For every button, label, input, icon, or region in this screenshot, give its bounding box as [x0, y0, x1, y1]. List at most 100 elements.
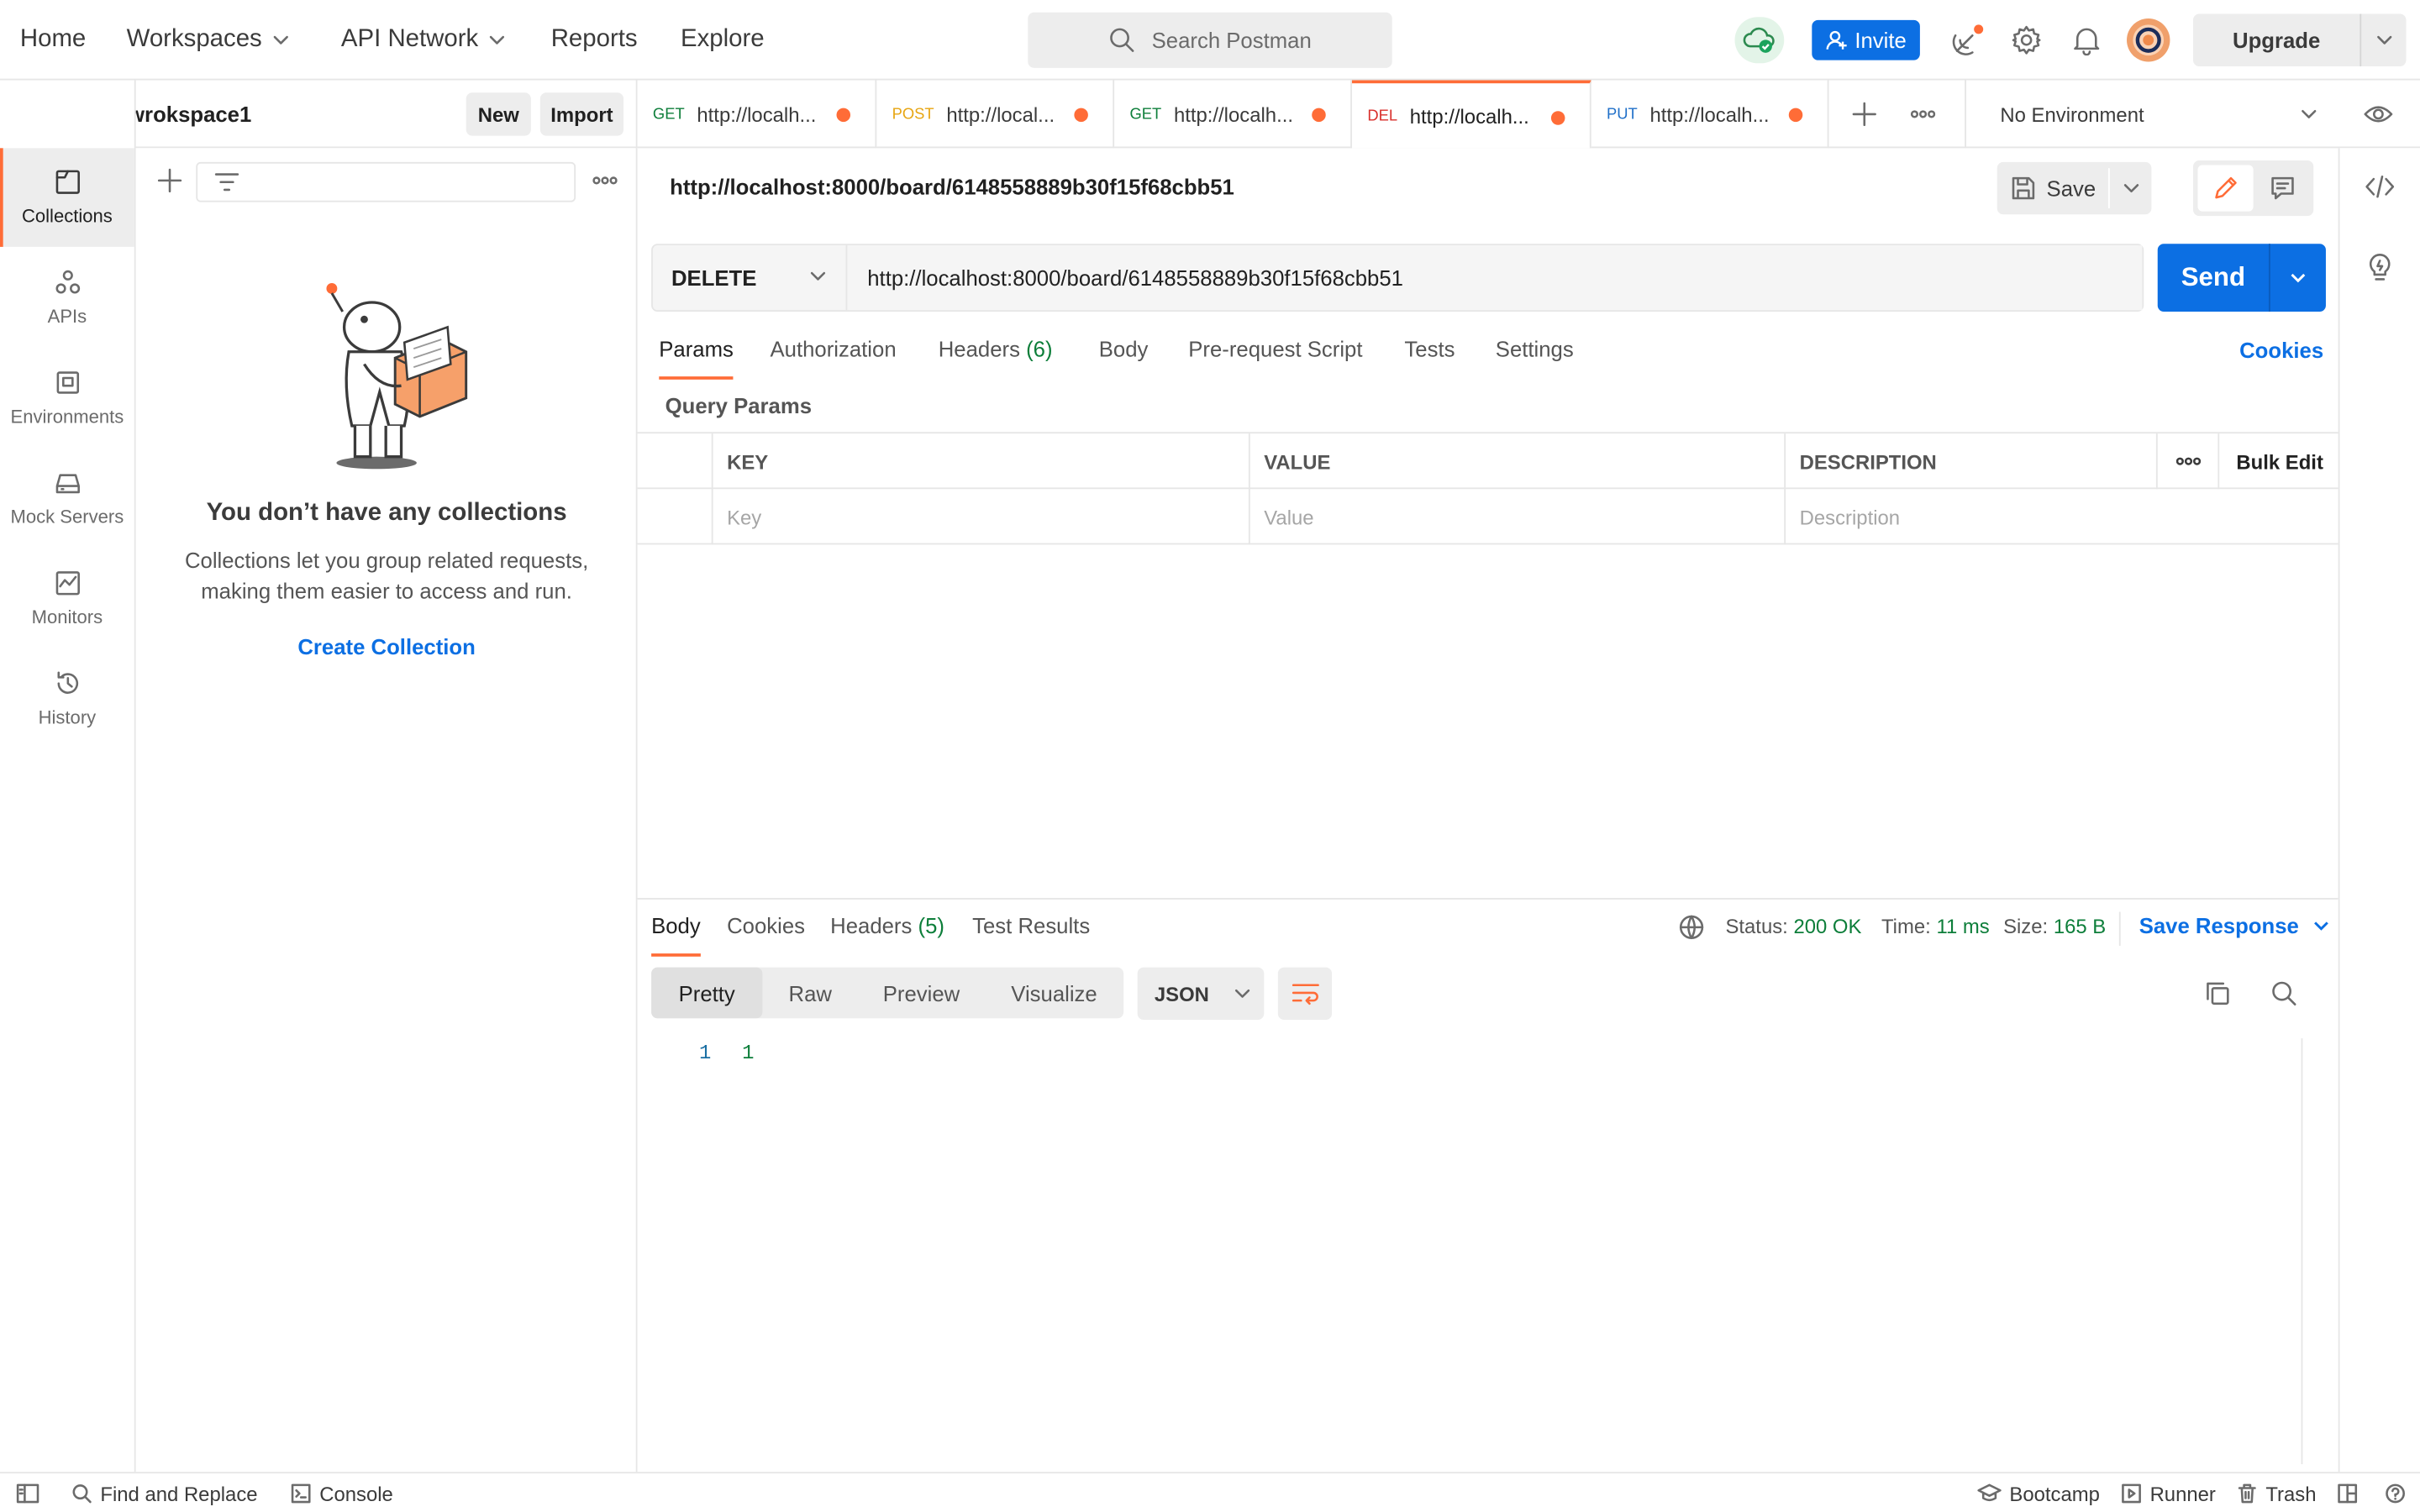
environment-selector[interactable]: No Environment	[1965, 80, 2335, 149]
sidebar-item-collections[interactable]: Collections	[0, 148, 134, 247]
format-pretty[interactable]: Pretty	[651, 967, 763, 1019]
sidebar-item-monitors[interactable]: Monitors	[0, 549, 134, 648]
send-label[interactable]: Send	[2158, 244, 2269, 312]
tab-body[interactable]: Body	[1099, 336, 1149, 382]
bootcamp-button[interactable]: Bootcamp	[1977, 1473, 2100, 1512]
save-button-main[interactable]: Save	[1997, 162, 2108, 214]
request-title[interactable]: http://localhost:8000/board/6148558889b3…	[670, 175, 1234, 199]
request-tab[interactable]: PUT http://localh...	[1591, 80, 1829, 149]
language-select[interactable]: JSON	[1137, 967, 1265, 1021]
response-status[interactable]: Status: 200 OK	[1725, 915, 1861, 938]
request-tab[interactable]: GET http://localh...	[1114, 80, 1352, 149]
send-dropdown[interactable]	[2270, 244, 2326, 312]
format-visualize[interactable]: Visualize	[985, 968, 1123, 1019]
search-icon	[1110, 28, 1134, 52]
new-button[interactable]: New	[466, 92, 531, 136]
response-time[interactable]: Time: 11 ms	[1881, 915, 1990, 938]
request-tab[interactable]: GET http://localh...	[638, 80, 877, 149]
import-button[interactable]: Import	[539, 92, 624, 136]
avatar[interactable]	[2127, 18, 2170, 62]
response-tab-test-results[interactable]: Test Results	[972, 913, 1090, 959]
search-input[interactable]: Search Postman	[1028, 12, 1392, 68]
save-dropdown[interactable]	[2110, 162, 2152, 214]
language-label: JSON	[1154, 982, 1209, 1005]
method-select[interactable]: DELETE	[653, 245, 848, 311]
toggle-sidebar-button[interactable]	[15, 1473, 39, 1512]
tab-tests[interactable]: Tests	[1404, 336, 1455, 382]
console-button[interactable]: Console	[290, 1473, 393, 1512]
nav-workspaces[interactable]: Workspaces	[127, 0, 290, 81]
filter-icon	[214, 173, 239, 192]
satellite-button[interactable]	[1949, 22, 1986, 59]
response-tab-body[interactable]: Body	[651, 913, 701, 959]
upgrade-button[interactable]: Upgrade	[2192, 13, 2407, 66]
description-input[interactable]: Description	[1784, 489, 2338, 544]
url-input[interactable]	[849, 245, 2143, 311]
response-tab-headers[interactable]: Headers (5)	[830, 913, 944, 959]
notifications-button[interactable]	[2068, 22, 2105, 59]
nav-reports[interactable]: Reports	[551, 0, 638, 81]
add-collection-button[interactable]	[156, 166, 184, 194]
find-and-replace-button[interactable]: Find and Replace	[71, 1473, 258, 1512]
tab-url: http://localh...	[1409, 103, 1529, 128]
nav-explore[interactable]: Explore	[681, 0, 765, 81]
tab-params[interactable]: Params	[659, 336, 734, 382]
save-response-button[interactable]: Save Response	[2139, 913, 2330, 938]
new-tab-button[interactable]	[1850, 100, 1878, 128]
settings-button[interactable]	[2008, 22, 2045, 59]
key-input[interactable]: Key	[712, 489, 1249, 544]
runner-button[interactable]: Runner	[2121, 1473, 2216, 1512]
tabs-more-button[interactable]	[1910, 107, 1936, 122]
code-snippet-button[interactable]	[2365, 173, 2396, 201]
copy-response-button[interactable]	[2204, 979, 2232, 1007]
response-size[interactable]: Size: 165 B	[2003, 915, 2106, 938]
sidebar-item-environments[interactable]: Environments	[0, 349, 134, 448]
help-button[interactable]	[2385, 1473, 2407, 1512]
tab-headers-label: Headers	[938, 336, 1020, 361]
code-icon	[2365, 176, 2395, 198]
collections-more-button[interactable]	[592, 173, 618, 188]
response-body-editor[interactable]: 1 1	[699, 1042, 754, 1065]
upgrade-dropdown[interactable]	[2361, 14, 2406, 66]
two-pane-view-button[interactable]	[2337, 1473, 2359, 1512]
invite-label: Invite	[1854, 28, 1907, 53]
tab-pre-request-script[interactable]: Pre-request Script	[1188, 336, 1362, 382]
search-placeholder: Search Postman	[1151, 28, 1312, 53]
sidebar-item-apis[interactable]: APIs	[0, 249, 134, 348]
edit-mode-button[interactable]	[2197, 165, 2254, 212]
nav-api-network[interactable]: API Network	[341, 0, 506, 81]
collection-filter-input[interactable]	[196, 161, 576, 202]
invite-button[interactable]: Invite	[1812, 19, 1920, 60]
nav-reports-label: Reports	[550, 26, 638, 53]
save-button[interactable]: Save	[1996, 161, 2152, 215]
status-divider	[2118, 911, 2121, 946]
environment-quick-look-button[interactable]	[2363, 100, 2394, 128]
request-tab[interactable]: POST http://local...	[876, 80, 1115, 149]
cookies-link[interactable]: Cookies	[2239, 338, 2323, 362]
person-with-box-icon	[326, 283, 468, 470]
sidebar-item-history[interactable]: History	[0, 649, 134, 748]
table-more-button[interactable]	[2156, 433, 2217, 489]
sidebar-item-mock-servers[interactable]: Mock Servers	[0, 449, 134, 548]
tab-settings[interactable]: Settings	[1496, 336, 1574, 382]
format-preview[interactable]: Preview	[858, 968, 985, 1019]
description-column-header: DESCRIPTION	[1799, 449, 1937, 473]
request-tab-active[interactable]: DEL http://localh...	[1351, 80, 1591, 149]
response-scrollbar[interactable]	[2301, 1038, 2323, 1465]
value-input[interactable]: Value	[1249, 489, 1784, 544]
tab-authorization[interactable]: Authorization	[771, 336, 897, 382]
sync-status[interactable]	[1734, 17, 1785, 64]
context-help-button[interactable]	[2366, 251, 2394, 282]
send-button[interactable]: Send	[2157, 244, 2326, 312]
format-raw[interactable]: Raw	[762, 968, 858, 1019]
tab-headers[interactable]: Headers (6)	[939, 336, 1053, 382]
nav-home[interactable]: Home	[20, 0, 86, 81]
response-tab-cookies[interactable]: Cookies	[727, 913, 805, 959]
trash-button[interactable]: Trash	[2236, 1473, 2316, 1512]
search-response-button[interactable]	[2270, 979, 2298, 1007]
create-collection-link[interactable]: Create Collection	[136, 634, 638, 659]
comments-mode-button[interactable]	[2254, 165, 2310, 212]
network-info-button[interactable]	[1678, 913, 1706, 941]
bulk-edit-button[interactable]: Bulk Edit	[2219, 433, 2338, 489]
wrap-lines-button[interactable]	[1277, 967, 1333, 1021]
